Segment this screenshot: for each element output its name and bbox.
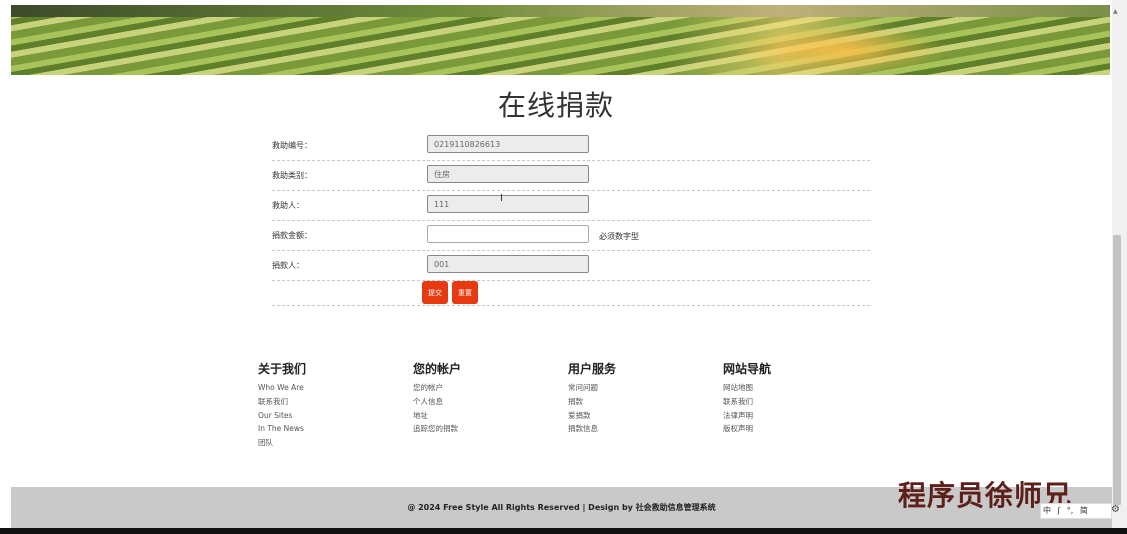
footer-col-account: 您的帐户 您的帐户 个人信息 地址 追踪您的捐款: [413, 360, 563, 436]
donor-label: 捐款人：: [272, 261, 304, 270]
page: 在线捐款 救助编号： 救助类别： 救助人： Ⅰ 捐款金额： 必须数字型 捐款人：…: [0, 0, 1112, 534]
footer-link[interactable]: 个人信息: [413, 395, 563, 409]
footer-col-account-title: 您的帐户: [413, 362, 462, 376]
footer-link[interactable]: 常问问题: [568, 381, 718, 395]
ime-item[interactable]: °,: [1067, 506, 1074, 515]
footer-col-sitenav: 网站导航 网站地图 联系我们 法律声明 版权声明: [723, 360, 873, 436]
form-row-rescue-id: 救助编号：: [272, 130, 870, 161]
footer-col-about-title: 关于我们: [258, 362, 307, 376]
rescue-category-field[interactable]: [427, 165, 589, 183]
footer-link[interactable]: 追踪您的捐款: [413, 422, 563, 436]
footer-col-service: 用户服务 常问问题 捐款 爱捐款 捐款信息: [568, 360, 718, 436]
donor-field[interactable]: [427, 255, 589, 273]
form-row-donation-amount: 捐款金额： 必须数字型: [272, 220, 870, 251]
footer-link[interactable]: 爱捐款: [568, 409, 718, 423]
form-row-rescue-category: 救助类别：: [272, 160, 870, 191]
donation-amount-input[interactable]: [427, 225, 589, 243]
form-row-rescued-person: 救助人： Ⅰ: [272, 190, 870, 221]
footer-link[interactable]: 团队: [258, 436, 408, 450]
ime-item[interactable]: 中: [1043, 506, 1051, 515]
form-actions: 提交 重置: [272, 281, 870, 306]
text-cursor-icon: Ⅰ: [500, 193, 503, 204]
footer-link[interactable]: 您的帐户: [413, 381, 563, 395]
footer-link[interactable]: Our Sites: [258, 409, 408, 423]
rescued-person-label: 救助人：: [272, 201, 304, 210]
footer-link[interactable]: 网站地图: [723, 381, 873, 395]
ime-item[interactable]: 简: [1080, 506, 1088, 515]
page-title: 在线捐款: [497, 89, 614, 122]
footer-link[interactable]: 联系我们: [723, 395, 873, 409]
footer-link[interactable]: 捐款: [568, 395, 718, 409]
footer-link[interactable]: 地址: [413, 409, 563, 423]
footer-link[interactable]: 联系我们: [258, 395, 408, 409]
rescue-id-label: 救助编号：: [272, 141, 312, 150]
footer-col-service-title: 用户服务: [568, 362, 617, 376]
footer-link[interactable]: 法律声明: [723, 409, 873, 423]
taskbar-strip: [0, 528, 1127, 534]
footer-col-sitenav-title: 网站导航: [723, 362, 772, 376]
ime-toolbar[interactable]: 中 ʃ °, 简: [1040, 503, 1112, 519]
donation-amount-label: 捐款金额：: [272, 231, 312, 240]
reset-button[interactable]: 重置: [452, 281, 478, 304]
footer-link[interactable]: 捐款信息: [568, 422, 718, 436]
footer-col-about: 关于我们 Who We Are 联系我们 Our Sites In The Ne…: [258, 360, 408, 450]
scrollbar-thumb[interactable]: [1113, 235, 1121, 505]
footer-link[interactable]: Who We Are: [258, 381, 408, 395]
ime-item[interactable]: ʃ: [1058, 506, 1061, 515]
scroll-up-arrow-icon[interactable]: ▲: [1113, 8, 1118, 15]
rescue-category-label: 救助类别：: [272, 171, 312, 180]
rescue-id-field[interactable]: [427, 135, 589, 153]
gear-icon[interactable]: ⚙: [1111, 504, 1120, 515]
submit-button[interactable]: 提交: [422, 281, 448, 304]
footer-link[interactable]: 版权声明: [723, 422, 873, 436]
footer-link[interactable]: In The News: [258, 422, 408, 436]
rescued-person-field[interactable]: [427, 195, 589, 213]
banner-image: [11, 5, 1110, 75]
donation-amount-hint: 必须数字型: [599, 232, 639, 241]
form-row-donor: 捐款人：: [272, 250, 870, 281]
